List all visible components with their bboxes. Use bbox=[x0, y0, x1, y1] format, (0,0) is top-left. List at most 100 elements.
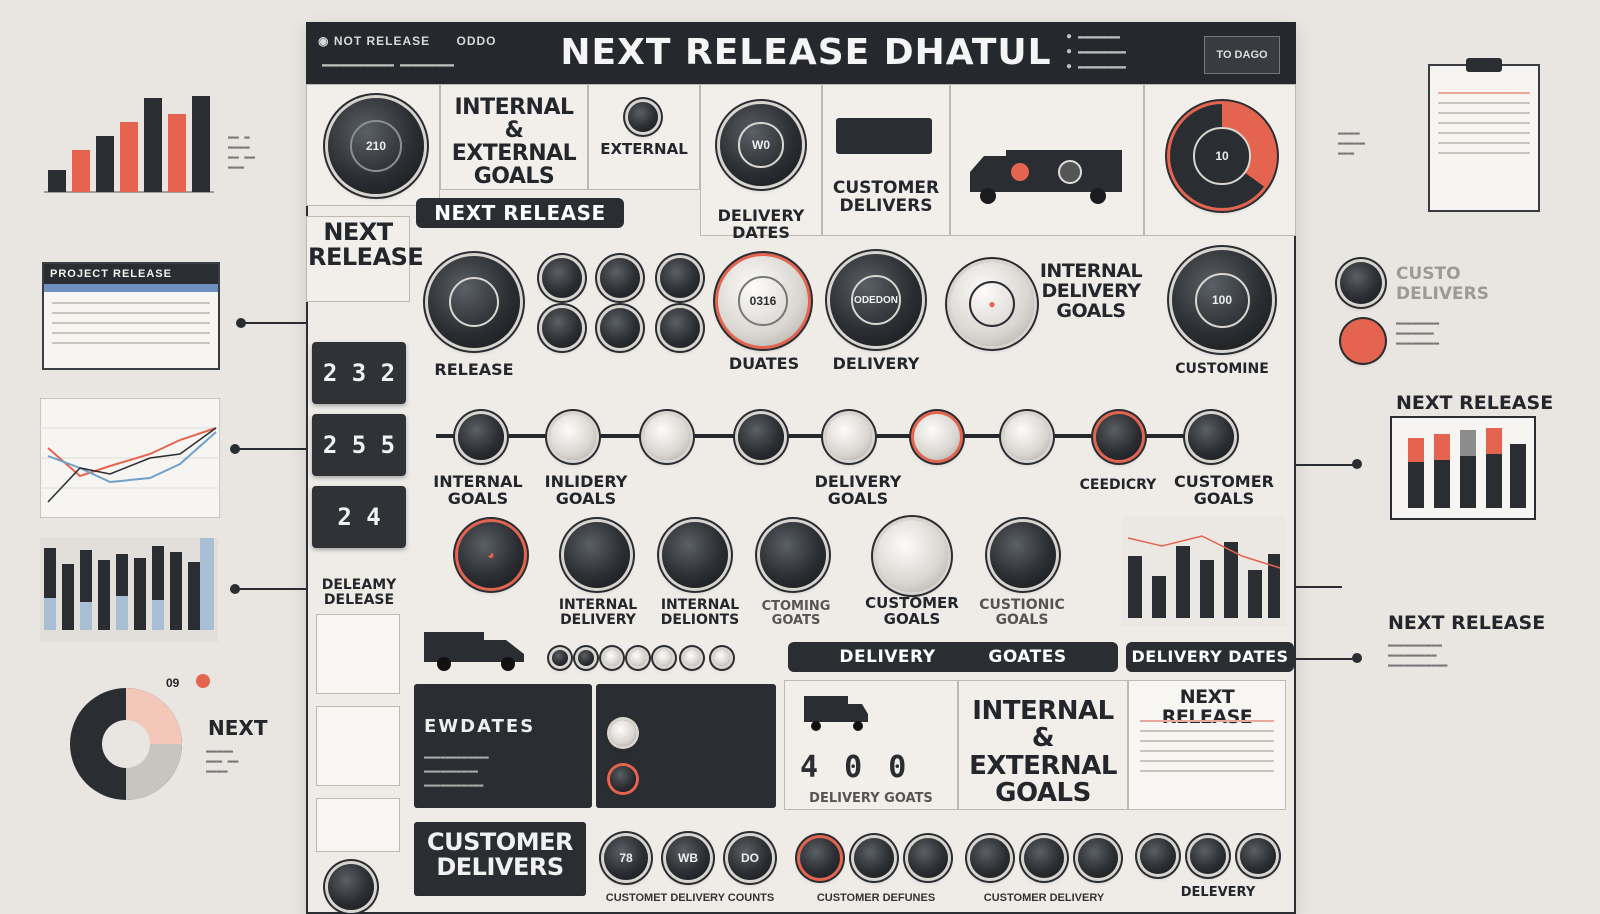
bottom-dial[interactable] bbox=[1240, 838, 1276, 874]
bar bbox=[1176, 546, 1190, 618]
bottom-dial[interactable] bbox=[854, 838, 894, 878]
next-release-card-lines bbox=[1132, 712, 1282, 780]
list-icon[interactable] bbox=[610, 766, 636, 792]
strip-dot[interactable] bbox=[578, 650, 594, 666]
delivery-dial[interactable]: W0 bbox=[720, 104, 802, 186]
strip-dot[interactable] bbox=[714, 650, 730, 666]
delivery-dates-label: DELIVERY DATES bbox=[717, 206, 805, 242]
bottom-dial[interactable] bbox=[970, 838, 1010, 878]
timeline-node[interactable] bbox=[1096, 414, 1142, 460]
small-knob[interactable] bbox=[660, 258, 700, 298]
release-dial[interactable] bbox=[428, 256, 520, 348]
external-cell bbox=[588, 84, 700, 190]
connector bbox=[244, 322, 306, 324]
radar-dial[interactable]: 100 bbox=[1172, 250, 1272, 350]
clock-dial[interactable]: 210 bbox=[328, 98, 424, 194]
lower-dial[interactable] bbox=[760, 522, 826, 588]
small-knob[interactable] bbox=[660, 308, 700, 348]
count-dial[interactable]: WB bbox=[666, 836, 710, 880]
small-knob[interactable] bbox=[542, 308, 582, 348]
target-dial[interactable]: 10 bbox=[1170, 104, 1274, 208]
timeline-node[interactable] bbox=[1188, 414, 1234, 460]
bottom-dial[interactable] bbox=[1024, 838, 1064, 878]
timeline-label: DELIVERY GOALS bbox=[814, 472, 902, 508]
bottom-dial[interactable] bbox=[1190, 838, 1226, 874]
custom-delivers-toggle[interactable] bbox=[1340, 262, 1382, 304]
project-release-panel: PROJECT RELEASE bbox=[42, 262, 220, 370]
timeline-node[interactable] bbox=[458, 414, 504, 460]
strip-dot[interactable] bbox=[604, 650, 620, 666]
dates-dial[interactable]: 0316 bbox=[718, 256, 808, 346]
alert-button[interactable] bbox=[1344, 322, 1382, 360]
strip-dot[interactable] bbox=[656, 650, 672, 666]
next-release-pill[interactable]: NEXT RELEASE bbox=[416, 198, 624, 228]
alert-caption: ▬▬▬▬▬▬▬▬ ▬▬▬▬▬▬▬ ▬▬▬▬▬▬▬▬ bbox=[1396, 318, 1440, 348]
bottom-dial[interactable] bbox=[1078, 838, 1118, 878]
timeline-label: CEEDICRY bbox=[1079, 477, 1157, 493]
count-dial[interactable]: DO bbox=[728, 836, 772, 880]
customer-defunes: CUSTOMER DEFUNES bbox=[816, 892, 936, 904]
timeline-label: CUSTOMER GOALS bbox=[1174, 472, 1274, 508]
lower-label: CUSTOMER GOALS bbox=[865, 594, 959, 628]
lower-label: CUSTIONIC GOALS bbox=[979, 597, 1065, 628]
bottom-dial[interactable] bbox=[908, 838, 948, 878]
timeline-label: INLIDERY GOALS bbox=[544, 472, 628, 508]
lower-dial[interactable]: ◕ bbox=[458, 522, 524, 588]
delivery-van-icon bbox=[424, 632, 524, 671]
goates-strip-label: GOATES bbox=[988, 647, 1067, 667]
duates-label: DUATES bbox=[728, 354, 800, 373]
delivery-goats: DELIVERY GOATS bbox=[809, 791, 933, 806]
chart-caption: ▬▬ ▬ ▬▬▬▬ ▬▬ ▬▬ ▬▬▬ bbox=[228, 132, 256, 172]
customer-device bbox=[836, 118, 932, 154]
lower-label: INTERNAL DELIVERY bbox=[558, 597, 638, 628]
delivery-strip[interactable]: DELIVERY GOATES bbox=[788, 642, 1118, 672]
delemy-delease: DELEAMY DELEASE bbox=[321, 577, 397, 608]
small-knob[interactable] bbox=[600, 258, 640, 298]
bar bbox=[144, 98, 162, 192]
bottom-dial[interactable] bbox=[1140, 838, 1176, 874]
timeline-node[interactable] bbox=[738, 414, 784, 460]
strip-dot[interactable] bbox=[684, 650, 700, 666]
counter-3: 2 4 bbox=[312, 486, 406, 548]
board-bar-chart bbox=[1122, 516, 1286, 626]
bar bbox=[120, 122, 138, 192]
next-release-right-2: NEXT RELEASE bbox=[1388, 612, 1546, 634]
count-dial[interactable]: 78 bbox=[604, 836, 648, 880]
delivery-knob[interactable]: ODEDON bbox=[830, 254, 922, 346]
bottom-left-dial[interactable] bbox=[328, 864, 374, 910]
bottom-dial[interactable] bbox=[800, 838, 840, 878]
lower-dial[interactable] bbox=[662, 522, 728, 588]
timeline-node[interactable] bbox=[914, 414, 960, 460]
delivery-dates-strip[interactable]: DELIVERY DATES bbox=[1126, 642, 1294, 672]
lower-dial[interactable] bbox=[876, 520, 948, 592]
bar bbox=[1152, 576, 1166, 618]
timeline-node[interactable] bbox=[1004, 414, 1050, 460]
project-release-header: PROJECT RELEASE bbox=[44, 264, 218, 284]
customine-label: CUSTOMINE bbox=[1175, 361, 1269, 377]
board-header: ◉ NOT RELEASE ODDO ▬▬▬▬▬▬▬▬▬▬▬▬ ▬▬▬▬▬▬▬▬… bbox=[306, 22, 1296, 84]
bar bbox=[1268, 554, 1280, 618]
counter-2: 2 5 5 bbox=[312, 414, 406, 476]
strip-dot[interactable] bbox=[552, 650, 568, 666]
lower-dial[interactable] bbox=[990, 522, 1056, 588]
big-digits: 4 0 0 bbox=[800, 750, 911, 785]
list-icon[interactable] bbox=[610, 720, 636, 746]
timeline-node[interactable] bbox=[550, 414, 596, 460]
delevery-label: DELEVERY bbox=[1180, 885, 1256, 900]
target-knob[interactable]: ● bbox=[950, 262, 1034, 346]
connector bbox=[238, 448, 306, 450]
small-knob[interactable] bbox=[600, 308, 640, 348]
timeline-node[interactable] bbox=[826, 414, 872, 460]
bar bbox=[72, 150, 90, 192]
bar bbox=[188, 562, 200, 630]
alert-indicator[interactable] bbox=[196, 674, 210, 688]
external-toggle[interactable] bbox=[628, 102, 658, 132]
timeline-node[interactable] bbox=[644, 414, 690, 460]
lower-dial[interactable] bbox=[564, 522, 630, 588]
header-button[interactable]: TO DAGO bbox=[1204, 36, 1280, 74]
strip-dot[interactable] bbox=[630, 650, 646, 666]
goals-title: INTERNAL & EXTERNAL GOALS bbox=[451, 95, 577, 190]
internal-delivery-goals: INTERNAL DELIVERY GOALS bbox=[1039, 260, 1143, 322]
clipboard-clip bbox=[1466, 58, 1502, 72]
small-knob[interactable] bbox=[542, 258, 582, 298]
